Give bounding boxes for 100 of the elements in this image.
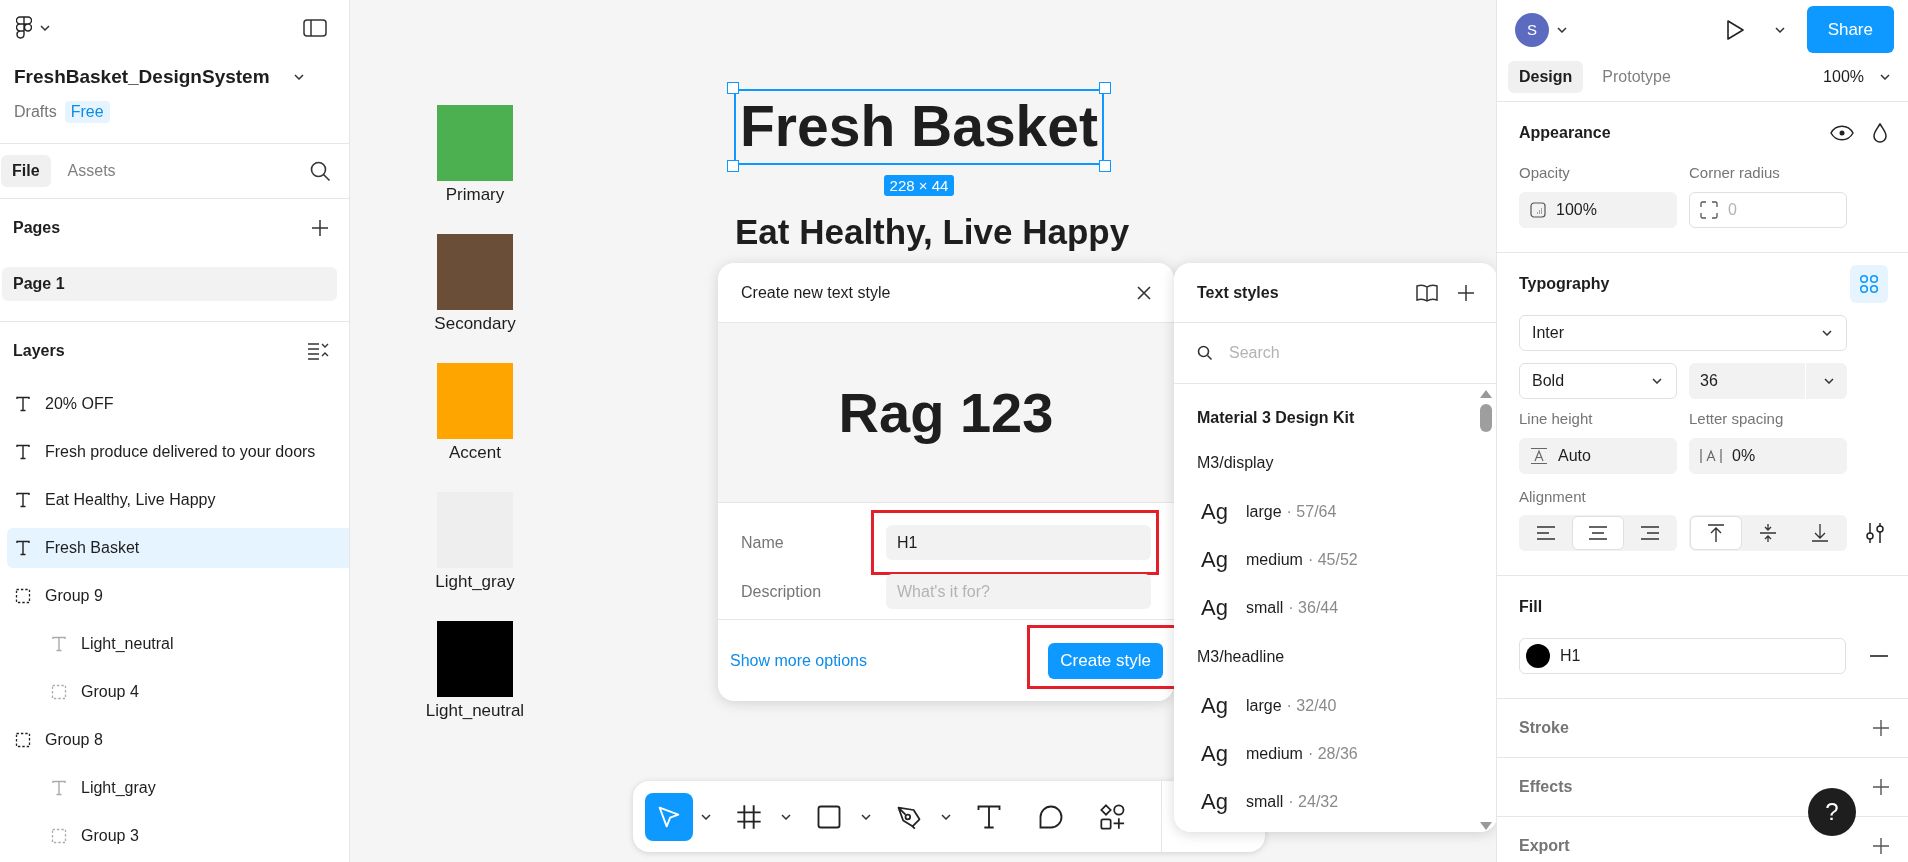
caret-icon[interactable] <box>781 813 791 820</box>
styles-button[interactable] <box>1850 265 1888 303</box>
swatch-label[interactable]: Secondary <box>434 314 516 334</box>
text-style-item[interactable]: Ag small · 36/44 <box>1197 584 1474 632</box>
align-center-button[interactable] <box>1572 516 1624 550</box>
font-dropdown[interactable]: Inter <box>1519 315 1847 351</box>
page-item[interactable]: Page 1 <box>2 267 337 301</box>
text-style-item[interactable]: Ag medium · 45/52 <box>1197 536 1474 584</box>
plus-icon[interactable] <box>1457 283 1475 302</box>
eye-icon[interactable] <box>1830 125 1854 141</box>
section-title: Fill <box>1519 598 1543 616</box>
user-avatar[interactable]: S <box>1515 12 1549 47</box>
caret-icon[interactable] <box>40 25 50 31</box>
plus-icon[interactable] <box>311 219 329 237</box>
layer-item[interactable]: Eat Healthy, Live Happy <box>7 480 349 520</box>
section-title: Layers <box>13 342 65 360</box>
field-label: Opacity <box>1519 164 1571 181</box>
text-style-item[interactable]: Ag small · 24/32 <box>1197 778 1474 826</box>
search-icon[interactable] <box>309 160 331 182</box>
resize-handle[interactable] <box>1099 82 1111 94</box>
layer-item[interactable]: Light_neutral <box>7 624 349 664</box>
layer-item[interactable]: 20% OFF <box>7 384 349 424</box>
caret-icon[interactable] <box>941 813 951 820</box>
section-title[interactable]: Export <box>1519 837 1570 855</box>
text-layer-icon <box>51 780 67 796</box>
text-style-item[interactable]: Ag large · 32/40 <box>1197 682 1474 730</box>
plus-icon[interactable] <box>1872 778 1890 796</box>
caret-icon[interactable] <box>1880 74 1890 80</box>
scroll-up-icon[interactable] <box>1480 390 1492 398</box>
align-left-icon <box>1536 526 1556 540</box>
panel-tab[interactable]: Assets <box>56 155 127 187</box>
input-field[interactable]: H1 <box>886 525 1151 560</box>
text-style-item[interactable]: Ag medium · 28/36 <box>1197 730 1474 778</box>
style-preview: Rag 123 <box>838 380 1054 445</box>
layer-item[interactable]: Group 4 <box>7 672 349 712</box>
move-tool-button[interactable] <box>645 792 693 841</box>
color-swatch[interactable] <box>437 363 513 439</box>
layer-item[interactable]: Group 9 <box>7 576 349 616</box>
swatch-label[interactable]: Light_gray <box>435 572 515 592</box>
selection-frame[interactable]: Fresh Basket <box>734 89 1104 165</box>
panel-tab[interactable]: Design <box>1508 61 1584 93</box>
panel-tab[interactable]: Prototype <box>1591 61 1682 93</box>
line-height-field[interactable]: Auto <box>1519 438 1677 474</box>
style-group-name[interactable]: M3/headline <box>1197 632 1474 682</box>
color-swatch[interactable] <box>437 234 513 310</box>
plus-icon[interactable] <box>1872 719 1890 737</box>
zoom-level[interactable]: 100% <box>1823 68 1864 86</box>
weight-dropdown[interactable]: Bold <box>1519 363 1677 399</box>
input-field[interactable]: What's it for? <box>886 574 1151 609</box>
scroll-down-icon[interactable] <box>1480 822 1492 830</box>
file-name[interactable]: FreshBasket_DesignSystem <box>14 66 270 88</box>
align-top-button[interactable] <box>1690 516 1742 550</box>
resize-handle[interactable] <box>727 160 739 172</box>
file-location[interactable]: Drafts <box>14 103 57 121</box>
swatch-label[interactable]: Primary <box>445 185 505 205</box>
caret-icon[interactable] <box>701 813 711 820</box>
drop-icon[interactable] <box>1872 123 1888 143</box>
layer-item[interactable]: Fresh Basket <box>7 528 349 568</box>
resize-handle[interactable] <box>1099 160 1111 172</box>
color-swatch[interactable] <box>437 621 513 697</box>
letter-spacing-field[interactable]: 0% <box>1689 438 1847 474</box>
caret-icon[interactable] <box>1557 26 1567 33</box>
play-icon[interactable] <box>1724 18 1745 41</box>
close-icon[interactable] <box>1136 284 1152 301</box>
sidebar-toggle-icon[interactable] <box>303 18 327 38</box>
search-field[interactable]: Search <box>1227 343 1474 363</box>
logo-icon[interactable] <box>16 16 32 40</box>
color-swatch[interactable] <box>437 105 513 181</box>
resize-handle[interactable] <box>727 82 739 94</box>
help-button[interactable]: ? <box>1808 788 1856 836</box>
text-style-item[interactable]: Ag large · 57/64 <box>1197 488 1474 536</box>
swatch-label[interactable]: Accent <box>449 443 501 463</box>
swatch-label[interactable]: Light_neutral <box>425 701 525 721</box>
text-settings-icon[interactable] <box>1865 522 1885 544</box>
caret-icon[interactable] <box>1774 26 1785 33</box>
style-group-name[interactable]: M3/display <box>1197 438 1474 488</box>
text-layer-icon <box>15 396 31 412</box>
caret-icon[interactable] <box>861 813 871 820</box>
align-middle-icon <box>1758 523 1778 543</box>
layer-item[interactable]: Group 8 <box>7 720 349 760</box>
opacity-field[interactable]: 100% <box>1519 192 1677 228</box>
panel-tab[interactable]: File <box>1 155 51 187</box>
book-icon[interactable] <box>1415 282 1439 303</box>
layer-item[interactable]: Fresh produce delivered to your doors <box>7 432 349 472</box>
fill-style-field[interactable]: H1 <box>1519 638 1847 674</box>
scrollbar-thumb[interactable] <box>1480 404 1492 432</box>
show-more-link[interactable]: Show more options <box>730 651 867 670</box>
caret-icon[interactable] <box>293 74 304 80</box>
heading-text[interactable]: Fresh Basket <box>740 93 1098 159</box>
align-center-icon <box>1588 526 1608 540</box>
section-title[interactable]: Effects <box>1519 778 1573 796</box>
collapse-layers-icon[interactable] <box>307 342 329 360</box>
font-size-field[interactable]: 36 <box>1689 363 1847 399</box>
caret-icon[interactable] <box>1824 378 1834 384</box>
subheading-text[interactable]: Eat Healthy, Live Happy <box>735 212 1130 252</box>
layer-item[interactable]: Group 3 <box>7 816 349 856</box>
section-title[interactable]: Stroke <box>1519 719 1569 737</box>
layer-item[interactable]: Light_gray <box>7 768 349 808</box>
letter-spacing-icon <box>1700 447 1722 465</box>
plus-icon[interactable] <box>1872 837 1890 855</box>
